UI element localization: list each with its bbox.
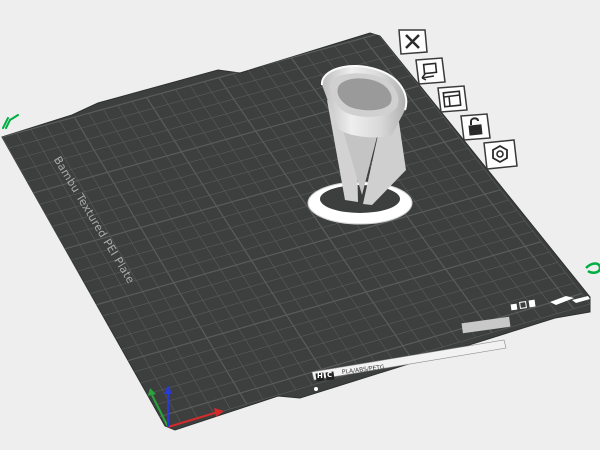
orient-button[interactable] (434, 84, 470, 114)
settings-icon (483, 139, 518, 170)
3d-viewport[interactable] (0, 0, 600, 450)
arrange-button[interactable] (412, 56, 448, 86)
arrange-icon (415, 57, 446, 85)
plate-badge-c: C (327, 371, 333, 379)
close-icon (398, 29, 428, 55)
plate-badge-h: H (317, 372, 323, 380)
plate-settings-button[interactable] (480, 138, 520, 170)
delete-plate-button[interactable] (395, 28, 429, 56)
layout-icon (437, 85, 468, 113)
plate-marker-left (2, 114, 19, 129)
plate-marker-right (585, 262, 600, 274)
